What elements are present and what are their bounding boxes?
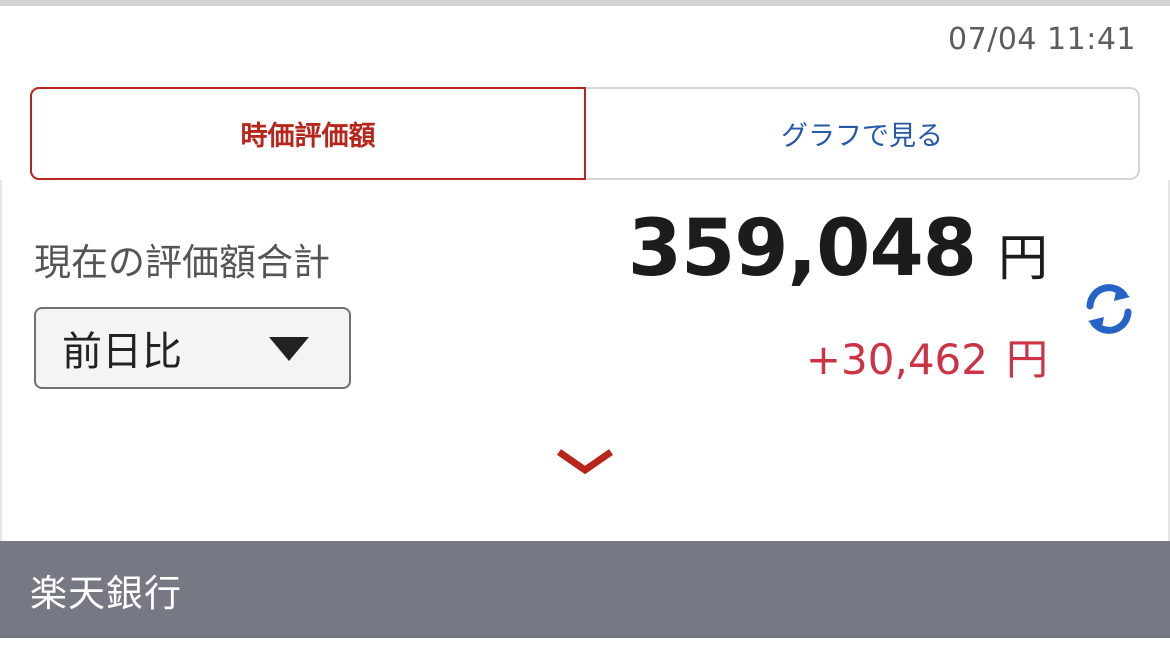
total-valuation-unit: 円 [998,229,1048,287]
view-tab-bar: 時価評価額 グラフで見る [30,87,1140,180]
total-valuation-label: 現在の評価額合計 [34,241,330,284]
bank-name: 楽天銀行 [30,571,182,615]
bank-section-header[interactable]: 楽天銀行 [0,541,1170,638]
comparison-period-select[interactable]: 前日比 [34,307,351,389]
daily-change-number: +30,462 [805,335,988,384]
refresh-icon [1086,284,1132,334]
caret-down-icon [269,337,309,361]
total-valuation-amount: 359,048 円 [628,204,1048,294]
tab-view-graph-label: グラフで見る [781,121,943,152]
update-timestamp: 07/04 11:41 [948,22,1136,57]
chevron-down-icon [557,449,613,475]
asset-valuation-screen: 07/04 11:41 時価評価額 グラフで見る 現在の評価額合計 359,04… [0,0,1170,658]
comparison-period-value: 前日比 [62,329,182,375]
card-border-left [0,180,2,541]
daily-change-amount: +30,462 円 [806,326,1048,387]
tab-market-value[interactable]: 時価評価額 [30,87,586,180]
refresh-button[interactable] [1080,280,1138,338]
tab-view-graph[interactable]: グラフで見る [586,89,1138,178]
total-valuation-number: 359,048 [627,204,977,294]
expand-details-button[interactable] [555,446,615,480]
daily-change-unit: 円 [1005,335,1048,384]
tab-market-value-label: 時価評価額 [240,121,376,152]
bottom-strip [0,638,1170,658]
